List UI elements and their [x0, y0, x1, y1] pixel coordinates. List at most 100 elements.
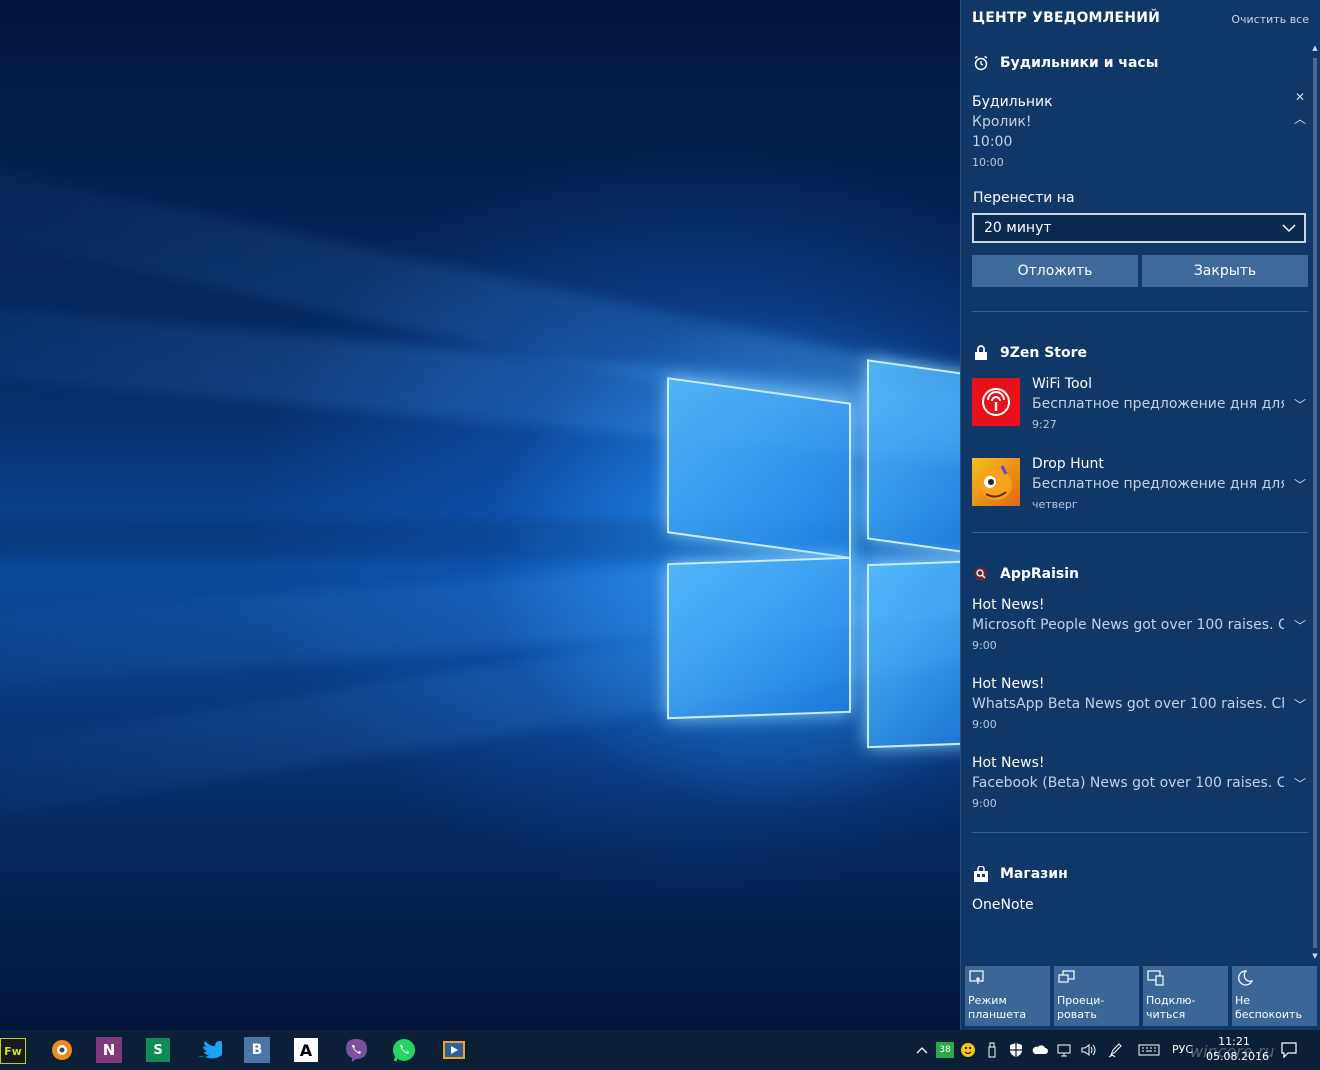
notification-hot-news[interactable]: ﹀ Hot News! Facebook (Beta) News got ove…	[972, 753, 1308, 832]
snooze-label: Перенести на	[973, 190, 1075, 206]
keyboard-icon[interactable]	[1138, 1042, 1160, 1058]
notification-body: Facebook (Beta) News got over 100 raises…	[972, 775, 1284, 791]
notification-time: 9:00	[972, 797, 997, 810]
notification-alarm[interactable]: ✕ ︿ Будильник Кролик! 10:00 10:00 Перене…	[972, 90, 1308, 287]
tablet-mode-icon	[969, 969, 987, 987]
notification-title: OneNote	[972, 897, 1034, 913]
drop-hunt-app-icon	[972, 458, 1020, 506]
divider	[972, 832, 1308, 833]
quick-action-label: Не	[1235, 994, 1251, 1007]
onedrive-cloud-icon[interactable]	[1032, 1042, 1048, 1058]
notification-title: Hot News!	[972, 676, 1045, 692]
notification-title: Hot News!	[972, 597, 1045, 613]
appraisin-icon	[972, 565, 990, 583]
chevron-up-icon[interactable]: ︿	[1292, 110, 1308, 126]
notification-title: WiFi Tool	[1032, 376, 1092, 392]
quiet-hours-moon-icon	[1236, 969, 1254, 987]
viber-app-icon[interactable]	[342, 1036, 370, 1064]
chevron-down-icon[interactable]: ﹀	[1292, 696, 1308, 712]
twitter-app-icon[interactable]	[194, 1036, 227, 1064]
dismiss-button[interactable]: Закрыть	[1142, 255, 1308, 287]
scroll-up-arrow[interactable]: ▲	[1311, 44, 1319, 52]
onenote-label: N	[102, 1041, 116, 1059]
volume-icon[interactable]	[1080, 1042, 1096, 1058]
group-name-9zen: 9Zen Store	[1000, 345, 1088, 361]
network-icon[interactable]	[1056, 1042, 1072, 1058]
quick-action-quiet-hours[interactable]: Не беспокоить	[1232, 966, 1317, 1026]
scrollbar-track[interactable]	[1313, 58, 1317, 948]
quick-action-label: ровать	[1057, 1008, 1097, 1021]
desktop-wallpaper	[0, 0, 960, 1030]
action-center-scrollbar[interactable]: ▲ ▼	[1311, 44, 1319, 964]
chevron-down-icon[interactable]: ﹀	[1292, 775, 1308, 791]
notification-hot-news[interactable]: ﹀ Hot News! WhatsApp Beta News got over …	[972, 674, 1308, 753]
group-header-store[interactable]: Магазин	[972, 859, 1309, 889]
scroll-down-arrow[interactable]: ▼	[1311, 952, 1319, 960]
close-icon[interactable]: ✕	[1292, 90, 1308, 106]
snooze-button[interactable]: Отложить	[972, 255, 1138, 287]
onenote-app-icon[interactable]: N	[96, 1037, 122, 1063]
wifi-tool-app-icon	[972, 378, 1020, 426]
group-header-alarms[interactable]: Будильники и часы	[972, 48, 1309, 78]
quick-action-label: беспокоить	[1235, 1008, 1302, 1021]
vk-app-icon[interactable]: В	[244, 1037, 270, 1063]
chevron-down-icon[interactable]: ﹀	[1292, 396, 1308, 412]
group-appraisin: AppRaisin ﹀ Hot News! Microsoft People N…	[961, 559, 1309, 832]
quick-action-project[interactable]: Проеци-ровать	[1054, 966, 1139, 1026]
notification-title: Будильник	[972, 94, 1053, 110]
notification-onenote[interactable]: OneNote	[972, 895, 1308, 915]
quick-action-connect[interactable]: Подклю-читься	[1143, 966, 1228, 1026]
snooze-time-select[interactable]: 20 минут	[972, 213, 1306, 243]
notification-hot-news[interactable]: ﹀ Hot News! Microsoft People News got ov…	[972, 595, 1308, 674]
quick-action-tablet-mode[interactable]: Режим планшета	[965, 966, 1050, 1026]
quick-action-label: Подклю-	[1146, 994, 1196, 1007]
quick-action-label: читься	[1146, 1008, 1186, 1021]
chevron-down-icon	[1282, 221, 1296, 239]
clear-all-link[interactable]: Очистить все	[1231, 13, 1309, 26]
notification-body: Кролик!	[972, 114, 1032, 130]
notification-body: WhatsApp Beta News got over 100 raises. …	[972, 696, 1284, 712]
a-app-icon[interactable]: A	[294, 1038, 318, 1062]
tray-badge-icon[interactable]: 38	[936, 1042, 954, 1058]
notification-list: Будильники и часы ✕ ︿ Будильник Кролик! …	[961, 40, 1309, 964]
show-hidden-icons-chevron-up-icon[interactable]	[914, 1042, 930, 1058]
project-icon	[1058, 969, 1076, 987]
clock[interactable]: 11:21 05.08.2016	[1206, 1034, 1269, 1064]
notification-drop-hunt[interactable]: ﹀ Drop Hunt Бесплатное предложение дня д…	[972, 454, 1308, 532]
media-player-app-icon[interactable]	[440, 1036, 468, 1064]
notification-time: 9:27	[1032, 418, 1057, 431]
group-name-store: Магазин	[1000, 866, 1068, 882]
divider	[972, 532, 1308, 533]
chevron-down-icon[interactable]: ﹀	[1292, 617, 1308, 633]
sway-label: S	[153, 1042, 163, 1058]
notification-body: Бесплатное предложение дня для ко	[1032, 476, 1284, 492]
fireworks-app-icon[interactable]: Fw	[0, 1038, 26, 1064]
connect-icon	[1147, 969, 1165, 987]
group-store: Магазин OneNote	[961, 859, 1309, 915]
notification-wifi-tool[interactable]: ﹀ WiFi Tool Бесплатное предложение дня д…	[972, 374, 1308, 452]
group-alarms: Будильники и часы ✕ ︿ Будильник Кролик! …	[961, 48, 1309, 287]
usb-device-icon[interactable]	[984, 1042, 1000, 1058]
chevron-down-icon[interactable]: ﹀	[1292, 476, 1308, 492]
whatsapp-app-icon[interactable]	[390, 1036, 418, 1064]
pen-ink-icon[interactable]	[1108, 1042, 1124, 1058]
xnview-app-icon[interactable]	[48, 1036, 76, 1064]
notification-body: Microsoft People News got over 100 raise…	[972, 617, 1284, 633]
lock-icon	[972, 344, 990, 362]
notification-body: Бесплатное предложение дня для мо	[1032, 396, 1284, 412]
action-center-icon[interactable]	[1280, 1041, 1298, 1059]
group-name-alarms: Будильники и часы	[1000, 55, 1159, 71]
group-header-9zen[interactable]: 9Zen Store	[972, 338, 1309, 368]
sway-app-icon[interactable]: S	[146, 1038, 170, 1062]
shield-icon[interactable]	[1008, 1042, 1024, 1058]
notification-time: четверг	[1032, 498, 1078, 511]
quick-action-label: планшета	[968, 1008, 1027, 1021]
emoji-icon[interactable]	[960, 1042, 976, 1058]
group-9zen-store: 9Zen Store ﹀ WiFi Tool Бесплатное предло…	[961, 338, 1309, 532]
group-header-appraisin[interactable]: AppRaisin	[972, 559, 1309, 589]
vk-label: В	[251, 1042, 263, 1058]
taskbar: Fw N S В A 38 РУС wincore.ru 11:21 05.08…	[0, 1030, 1320, 1070]
clock-time: 11:21	[1218, 1035, 1250, 1048]
store-bag-icon	[972, 865, 990, 883]
notification-time: 9:00	[972, 639, 997, 652]
